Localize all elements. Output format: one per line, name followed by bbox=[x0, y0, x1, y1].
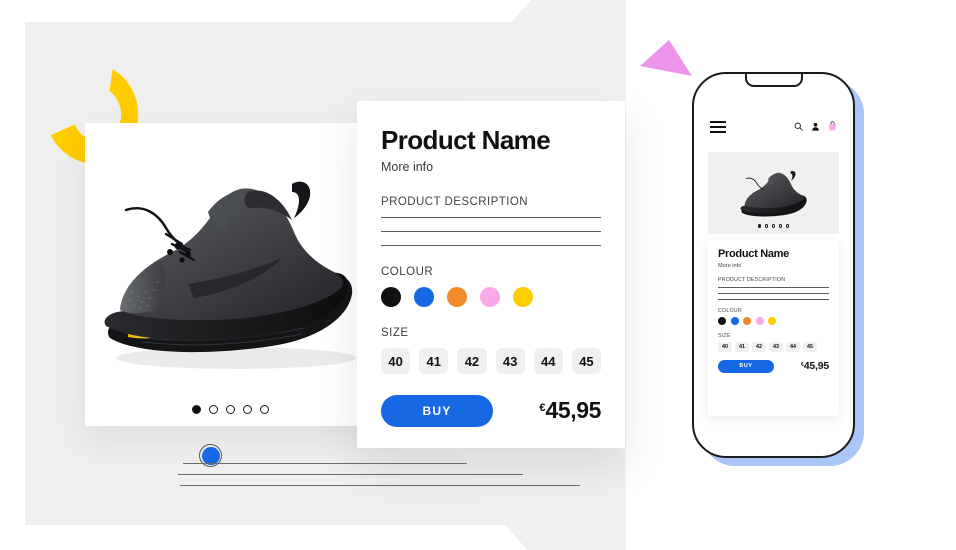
phone-notch bbox=[744, 74, 803, 87]
carousel-dot-4[interactable] bbox=[242, 405, 252, 414]
phone-size-option-41[interactable]: 41 bbox=[735, 341, 749, 352]
product-description-placeholder-lines bbox=[381, 217, 601, 246]
colour-swatch-pink[interactable] bbox=[480, 287, 500, 307]
phone-description-line-2 bbox=[718, 292, 829, 294]
carousel-dot-1[interactable] bbox=[191, 405, 201, 414]
colour-swatch-group[interactable] bbox=[381, 287, 601, 307]
carousel-dot-5[interactable] bbox=[259, 405, 269, 414]
bottom-line-2 bbox=[178, 474, 523, 475]
buy-row: BUY € 45,95 bbox=[381, 395, 601, 427]
phone-colour-swatch-black[interactable] bbox=[718, 316, 726, 325]
product-detail-card: Product Name More info PRODUCT DESCRIPTI… bbox=[357, 101, 625, 448]
buy-button[interactable]: BUY bbox=[381, 395, 493, 427]
product-subtitle-more-info[interactable]: More info bbox=[381, 160, 601, 174]
hamburger-menu-icon[interactable] bbox=[710, 121, 726, 133]
bottom-line-3 bbox=[180, 485, 580, 486]
phone-size-option-40[interactable]: 40 bbox=[718, 341, 732, 352]
description-line-2 bbox=[381, 231, 601, 232]
design-mockup-canvas: Product Name More info PRODUCT DESCRIPTI… bbox=[0, 0, 956, 550]
product-description-label: PRODUCT DESCRIPTION bbox=[381, 196, 528, 208]
phone-size-option-44[interactable]: 44 bbox=[786, 341, 800, 352]
phone-product-title: Product Name bbox=[718, 248, 789, 260]
phone-size-option-45[interactable]: 45 bbox=[803, 341, 817, 352]
product-image-card bbox=[85, 123, 375, 426]
phone-mockup: Product Name More info PRODUCT DESCRIPTI… bbox=[692, 72, 855, 458]
phone-carousel-dot-2[interactable] bbox=[764, 224, 769, 228]
phone-carousel-dot-3[interactable] bbox=[771, 224, 776, 228]
product-image-carousel-dots[interactable] bbox=[85, 405, 375, 414]
phone-carousel-dot-4[interactable] bbox=[778, 224, 783, 228]
phone-product-detail-card: Product Name More info PRODUCT DESCRIPTI… bbox=[708, 240, 839, 416]
phone-colour-swatch-yellow[interactable] bbox=[768, 316, 777, 325]
phone-colour-swatch-blue[interactable] bbox=[730, 316, 739, 325]
carousel-dot-2[interactable] bbox=[208, 405, 218, 414]
carousel-dot-3[interactable] bbox=[225, 405, 235, 414]
description-line-1 bbox=[381, 217, 601, 218]
phone-colour-swatch-orange[interactable] bbox=[743, 316, 752, 325]
phone-colour-swatch-pink[interactable] bbox=[755, 316, 764, 325]
phone-product-subtitle[interactable]: More info bbox=[718, 263, 829, 269]
phone-description-line-1 bbox=[718, 287, 829, 288]
phone-header-icons bbox=[794, 118, 837, 136]
size-label: SIZE bbox=[381, 327, 409, 339]
user-account-icon[interactable] bbox=[811, 118, 820, 136]
size-option-41[interactable]: 41 bbox=[419, 348, 449, 374]
product-photo-sneaker bbox=[85, 145, 375, 383]
phone-colour-label: COLOUR bbox=[718, 307, 742, 314]
phone-app-header bbox=[694, 114, 853, 140]
phone-size-option-43[interactable]: 43 bbox=[769, 341, 783, 352]
bottom-placeholder-lines bbox=[178, 463, 603, 496]
phone-description-lines bbox=[718, 287, 829, 300]
size-option-44[interactable]: 44 bbox=[533, 348, 563, 374]
pink-triangle-decoration bbox=[640, 38, 692, 88]
phone-buy-button[interactable]: BUY bbox=[718, 359, 774, 373]
colour-swatch-black[interactable] bbox=[381, 287, 401, 307]
colour-swatch-yellow[interactable] bbox=[513, 287, 533, 307]
product-title: Product Name bbox=[381, 125, 551, 155]
phone-carousel-dot-1[interactable] bbox=[757, 224, 762, 228]
phone-product-image bbox=[708, 152, 839, 234]
phone-price-amount: 45,95 bbox=[803, 359, 829, 372]
phone-buy-row: BUY € 45,95 bbox=[718, 359, 829, 373]
phone-carousel-dot-5[interactable] bbox=[785, 224, 790, 228]
size-option-43[interactable]: 43 bbox=[495, 348, 525, 374]
phone-product-price: € 45,95 bbox=[801, 359, 829, 372]
colour-label: COLOUR bbox=[381, 266, 434, 278]
colour-swatch-orange[interactable] bbox=[447, 287, 467, 307]
phone-description-line-3 bbox=[718, 298, 829, 300]
colour-swatch-blue[interactable] bbox=[414, 287, 434, 307]
phone-size-label: SIZE bbox=[718, 332, 731, 339]
search-icon[interactable] bbox=[794, 118, 803, 136]
size-option-42[interactable]: 42 bbox=[457, 348, 487, 374]
product-price: € 45,95 bbox=[539, 397, 601, 424]
size-option-45[interactable]: 45 bbox=[571, 348, 602, 374]
size-option-group[interactable]: 40 41 42 43 44 45 bbox=[381, 348, 602, 374]
phone-colour-swatch-group[interactable] bbox=[718, 316, 829, 325]
bottom-line-1 bbox=[183, 463, 467, 464]
phone-carousel-dots[interactable] bbox=[708, 224, 839, 228]
phone-description-label: PRODUCT DESCRIPTION bbox=[718, 277, 786, 283]
description-line-3 bbox=[381, 245, 601, 246]
phone-size-option-42[interactable]: 42 bbox=[752, 341, 766, 352]
size-option-40[interactable]: 40 bbox=[381, 348, 411, 374]
shopping-bag-icon[interactable] bbox=[828, 118, 837, 136]
phone-size-option-group[interactable]: 40 41 42 43 44 45 bbox=[718, 341, 829, 352]
price-amount: 45,95 bbox=[545, 397, 601, 424]
